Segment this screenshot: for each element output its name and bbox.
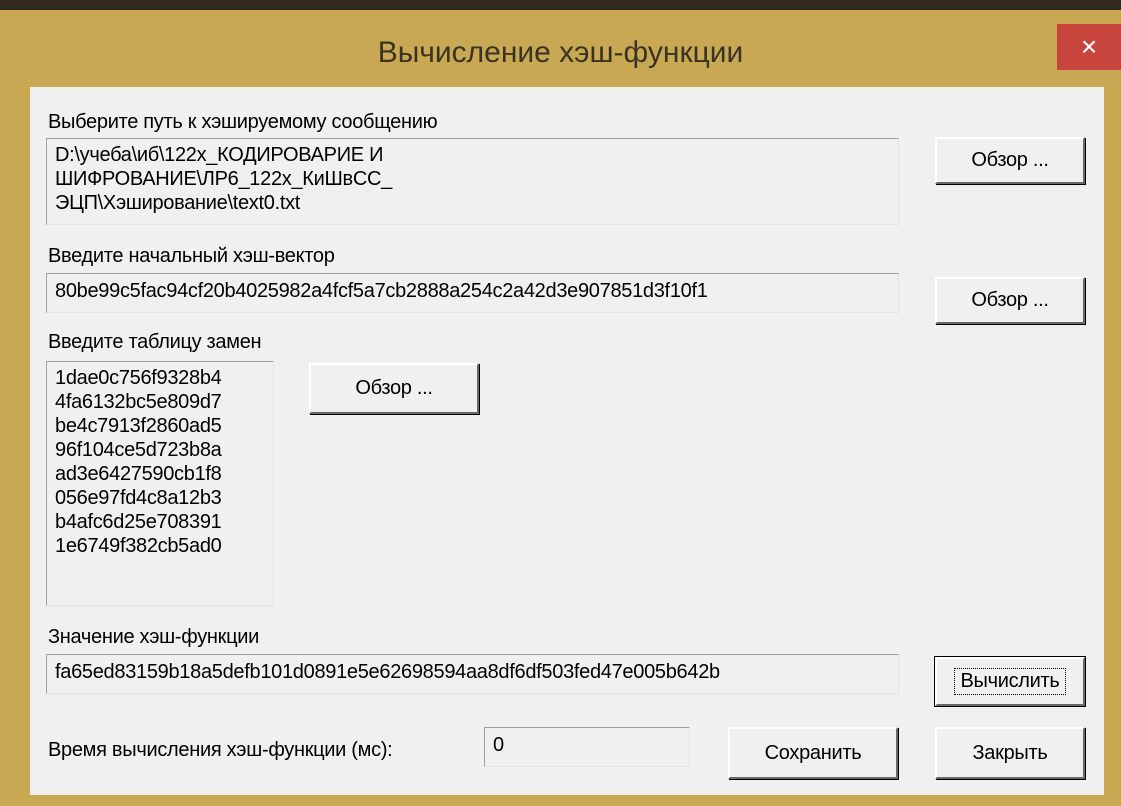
timing-field[interactable]: 0: [484, 727, 690, 767]
substitution-table-field[interactable]: 1dae0c756f9328b4 4fa6132bc5e809d7 be4c79…: [46, 361, 274, 606]
substitution-table-label: Введите таблицу замен: [48, 331, 262, 353]
browse-message-button[interactable]: Обзор ...: [935, 137, 1085, 184]
timing-label: Время вычисления хэш-функции (мс):: [48, 739, 393, 761]
window-title: Вычисление хэш-функции: [377, 36, 744, 69]
browse-substitution-button[interactable]: Обзор ...: [309, 363, 479, 414]
hash-value-label: Значение хэш-функции: [48, 626, 259, 648]
title-bar[interactable]: Вычисление хэш-функции ×: [0, 10, 1121, 87]
dialog-window: Вычисление хэш-функции × Выберите путь к…: [0, 0, 1121, 806]
close-icon: ×: [1080, 31, 1098, 62]
message-path-field[interactable]: D:\учеба\иб\122х_КОДИРОВАРИЕ И ШИФРОВАНИ…: [46, 138, 899, 225]
close-dialog-button[interactable]: Закрыть: [935, 727, 1085, 779]
compute-button-label: Вычислить: [954, 668, 1066, 695]
message-path-label: Выберите путь к хэшируемому сообщению: [48, 111, 438, 133]
close-button[interactable]: ×: [1057, 24, 1121, 70]
dialog-client-area: Выберите путь к хэшируемому сообщению D:…: [30, 87, 1104, 795]
browse-init-vector-button[interactable]: Обзор ...: [935, 277, 1085, 324]
background-strip: [0, 0, 1121, 10]
init-vector-field[interactable]: 80be99c5fac94cf20b4025982a4fcf5a7cb2888a…: [46, 273, 899, 313]
save-button[interactable]: Сохранить: [728, 727, 898, 779]
init-vector-label: Введите начальный хэш-вектор: [48, 245, 335, 267]
hash-value-field[interactable]: fa65ed83159b18a5defb101d0891e5e62698594a…: [46, 654, 899, 694]
compute-button[interactable]: Вычислить: [934, 656, 1086, 707]
